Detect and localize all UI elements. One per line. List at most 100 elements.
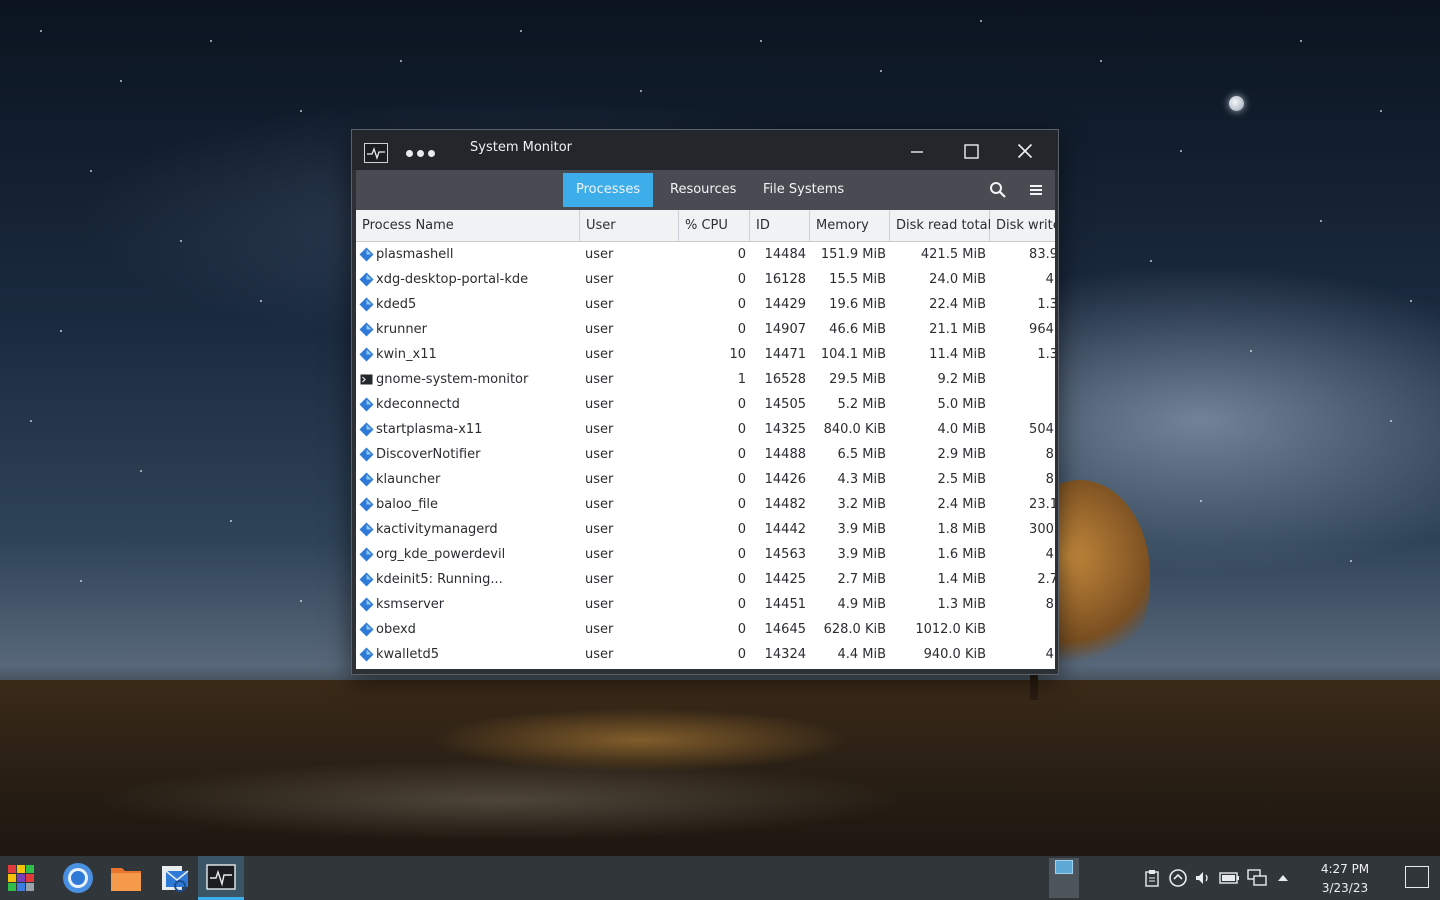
clock[interactable]: 4:27 PM 3/23/23	[1305, 860, 1385, 898]
table-row[interactable]: kactivitymanagerd user 0 14442 3.9 MiB 1.8 Mi…	[356, 517, 1055, 542]
table-row[interactable]: DiscoverNotifier user 0 14488 6.5 MiB 2.9 MiB…	[356, 442, 1055, 467]
process-id: 14488	[764, 447, 806, 462]
table-row[interactable]: kwalletd5 user 0 14324 4.4 MiB 940.0 KiB 4.	[356, 642, 1055, 667]
process-memory: 19.6 MiB	[829, 297, 886, 312]
kde-diamond-icon	[359, 521, 374, 537]
current-desktop[interactable]	[1055, 860, 1073, 874]
process-disk-write: 504.	[1029, 422, 1055, 437]
process-user: user	[585, 347, 614, 362]
process-disk-write: 300.	[1029, 522, 1055, 537]
toolbar: Processes Resources File Systems	[356, 170, 1055, 210]
table-row[interactable]: ksmserver user 0 14451 4.9 MiB 1.3 MiB 8.	[356, 592, 1055, 617]
process-name: kwin_x11	[376, 347, 437, 362]
network-icon[interactable]	[1246, 856, 1268, 900]
table-row[interactable]: kwin_x11 user 10 14471 104.1 MiB 11.4 MiB 1.3	[356, 342, 1055, 367]
column-header-cpu[interactable]: % CPU	[679, 210, 750, 241]
expand-tray-icon[interactable]	[1272, 856, 1294, 900]
table-row[interactable]: kdeinit5: Running... user 0 14425 2.7 MiB 1.4…	[356, 567, 1055, 592]
process-user: user	[585, 247, 614, 262]
tab-processes[interactable]: Processes	[563, 173, 654, 207]
process-disk-read: 22.4 MiB	[929, 297, 986, 312]
process-user: user	[585, 397, 614, 412]
table-row[interactable]: klauncher user 0 14426 4.3 MiB 2.5 MiB 8.	[356, 467, 1055, 492]
table-row[interactable]: plasmashell user 0 14484 151.9 MiB 421.5 MiB 8…	[356, 242, 1055, 267]
process-id: 14429	[764, 297, 806, 312]
process-id: 14324	[764, 647, 806, 662]
table-row[interactable]: gnome-system-monitor user 1 16528 29.5 MiB 9.…	[356, 367, 1055, 392]
battery-icon[interactable]	[1219, 856, 1241, 900]
column-header-disk-read-total[interactable]: Disk read total	[890, 210, 991, 241]
table-row[interactable]: org_kde_powerdevil user 0 14563 3.9 MiB 1.6 M…	[356, 542, 1055, 567]
process-id: 14471	[764, 347, 806, 362]
kde-diamond-icon	[359, 421, 374, 437]
virtual-desktop-pager[interactable]	[1049, 858, 1079, 898]
application-launcher-icon[interactable]	[2, 856, 42, 900]
process-user: user	[585, 472, 614, 487]
search-icon[interactable]	[989, 181, 1007, 203]
volume-icon[interactable]	[1192, 856, 1214, 900]
system-monitor-app-icon[interactable]	[364, 143, 388, 163]
column-header-disk-write[interactable]: Disk write	[990, 210, 1055, 241]
update-icon[interactable]	[1167, 856, 1189, 900]
process-name: kdeconnectd	[376, 397, 460, 412]
process-user: user	[585, 597, 614, 612]
mail-icon[interactable]	[152, 856, 196, 900]
show-desktop-button[interactable]	[1405, 866, 1429, 888]
table-row[interactable]: obexd user 0 14645 628.0 KiB 1012.0 KiB	[356, 617, 1055, 642]
more-options-icon[interactable]	[406, 150, 435, 157]
process-cpu: 0	[737, 297, 746, 312]
process-memory: 15.5 MiB	[829, 272, 886, 287]
clock-time: 4:27 PM	[1320, 862, 1370, 876]
tab-file-systems[interactable]: File Systems	[750, 173, 857, 207]
column-header-user[interactable]: User	[580, 210, 679, 241]
process-user: user	[585, 547, 614, 562]
process-name: kded5	[376, 297, 417, 312]
table-row[interactable]: krunner user 0 14907 46.6 MiB 21.1 MiB 964.	[356, 317, 1055, 342]
kde-diamond-icon	[359, 271, 374, 287]
process-disk-write: 8.	[1045, 597, 1055, 612]
column-header-id[interactable]: ID	[750, 210, 810, 241]
process-memory: 3.9 MiB	[837, 522, 886, 537]
process-user: user	[585, 272, 614, 287]
process-disk-write: 4.	[1045, 547, 1055, 562]
process-id: 16528	[764, 372, 806, 387]
table-row[interactable]: startplasma-x11 user 0 14325 840.0 KiB 4.0 Mi…	[356, 417, 1055, 442]
process-disk-read: 11.4 MiB	[929, 347, 986, 362]
process-disk-read: 1.4 MiB	[937, 572, 986, 587]
system-monitor-window[interactable]: System Monitor Processes Resources File …	[351, 129, 1059, 675]
chrome-icon[interactable]	[56, 856, 100, 900]
process-id: 16128	[764, 272, 806, 287]
kde-diamond-icon	[359, 346, 374, 362]
hamburger-menu-icon[interactable]	[1029, 182, 1043, 201]
titlebar[interactable]: System Monitor	[352, 130, 1058, 170]
close-button[interactable]	[1010, 140, 1040, 162]
kde-diamond-icon	[359, 446, 374, 462]
process-name: krunner	[376, 322, 427, 337]
kde-diamond-icon	[359, 596, 374, 612]
clipboard-icon[interactable]	[1141, 856, 1163, 900]
table-row[interactable]: kded5 user 0 14429 19.6 MiB 22.4 MiB 1.3	[356, 292, 1055, 317]
system-monitor-taskbar-icon[interactable]	[198, 856, 244, 900]
table-row[interactable]: baloo_file user 0 14482 3.2 MiB 2.4 MiB 23.1	[356, 492, 1055, 517]
maximize-button[interactable]	[956, 140, 986, 162]
process-disk-write: 8.	[1045, 472, 1055, 487]
column-header-memory[interactable]: Memory	[810, 210, 890, 241]
table-row[interactable]: xdg-desktop-portal-kde user 0 16128 15.5 MiB…	[356, 267, 1055, 292]
process-disk-read: 5.0 MiB	[937, 397, 986, 412]
process-disk-read: 1.8 MiB	[937, 522, 986, 537]
process-disk-write	[990, 617, 1055, 642]
clock-date: 3/23/23	[1321, 881, 1369, 895]
minimize-button[interactable]	[902, 140, 932, 162]
process-disk-read: 2.9 MiB	[937, 447, 986, 462]
process-disk-write: 2.7	[1037, 572, 1055, 587]
process-disk-read: 1.6 MiB	[937, 547, 986, 562]
table-body: plasmashell user 0 14484 151.9 MiB 421.5 MiB 8…	[356, 242, 1055, 667]
kde-diamond-icon	[359, 396, 374, 412]
process-table[interactable]: Process Name User % CPU ID Memory Disk r…	[356, 210, 1055, 669]
process-cpu: 0	[737, 322, 746, 337]
process-cpu: 0	[737, 547, 746, 562]
tab-resources[interactable]: Resources	[657, 173, 749, 207]
table-row[interactable]: kdeconnectd user 0 14505 5.2 MiB 5.0 MiB	[356, 392, 1055, 417]
folder-icon[interactable]	[104, 856, 148, 900]
column-header-process-name[interactable]: Process Name	[356, 210, 580, 241]
